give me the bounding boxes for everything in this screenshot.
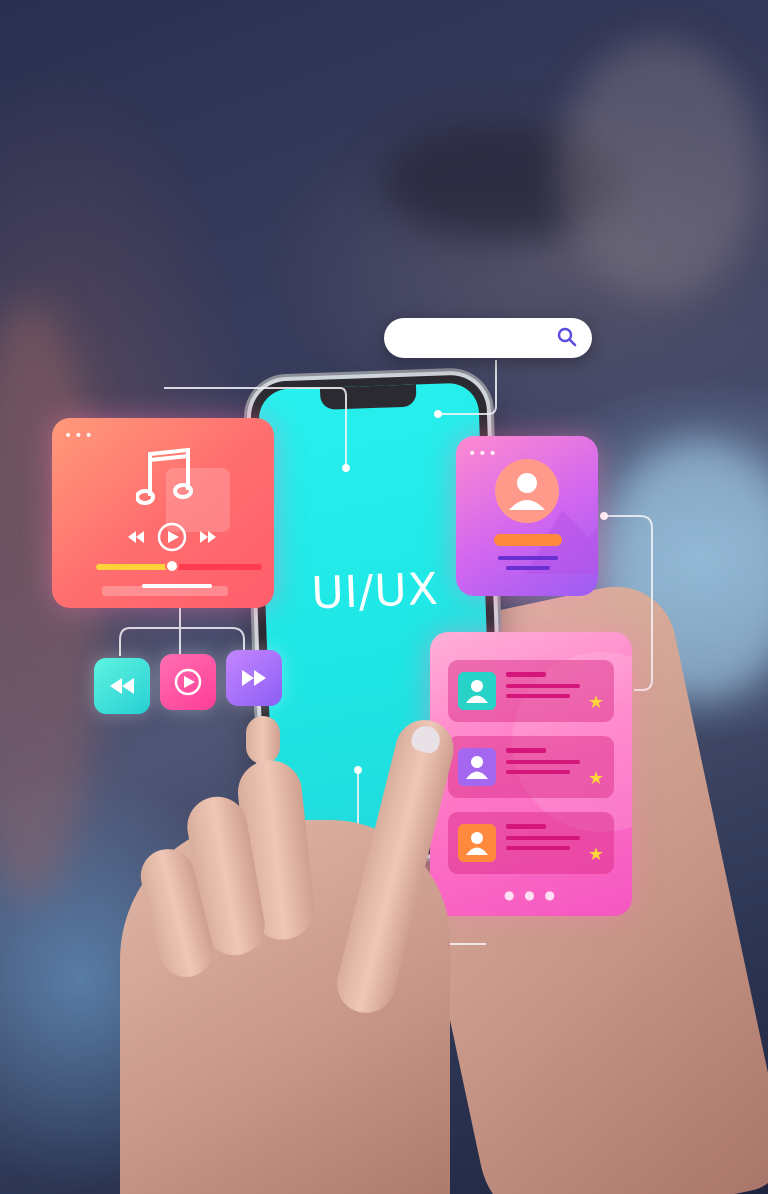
row-text-line — [506, 684, 580, 688]
user-icon — [466, 680, 488, 703]
player-controls — [128, 522, 216, 552]
search-bar[interactable] — [384, 318, 592, 358]
profile-text-line — [506, 566, 550, 570]
progress-track[interactable] — [96, 559, 262, 573]
music-note-icon — [136, 447, 193, 505]
row-text-line — [506, 846, 570, 850]
play-icon — [174, 668, 202, 696]
list-item[interactable]: ★ — [448, 736, 614, 798]
list-item[interactable]: ★ — [448, 812, 614, 874]
row-title-bar — [506, 672, 546, 677]
row-avatar — [458, 824, 496, 862]
rewind-button[interactable] — [94, 658, 150, 714]
row-text-line — [506, 694, 570, 698]
fingernail — [409, 723, 443, 756]
user-avatar-icon — [495, 459, 559, 523]
row-text-line — [506, 836, 580, 840]
music-player-card[interactable]: ••• — [52, 418, 274, 608]
rewind-icon — [110, 678, 134, 694]
profile-name-bar — [494, 534, 562, 546]
row-avatar — [458, 748, 496, 786]
star-icon[interactable]: ★ — [588, 846, 604, 864]
row-title-bar — [506, 748, 546, 753]
list-item[interactable]: ★ — [448, 660, 614, 722]
user-icon — [466, 832, 488, 855]
row-avatar — [458, 672, 496, 710]
fast-forward-button[interactable] — [226, 650, 282, 706]
fast-forward-icon — [242, 670, 266, 686]
row-text-line — [506, 770, 570, 774]
track-title-bar — [142, 584, 212, 588]
star-icon[interactable]: ★ — [588, 694, 604, 712]
search-icon[interactable] — [556, 326, 578, 348]
user-list-card[interactable]: ★ ★ ★ ● ● ● — [430, 632, 632, 916]
profile-card[interactable]: ••• — [456, 436, 598, 596]
progress-fill — [96, 564, 173, 570]
user-icon — [466, 756, 488, 779]
pagination-dots[interactable]: ● ● ● — [430, 888, 632, 902]
row-title-bar — [506, 824, 546, 829]
play-button[interactable] — [160, 654, 216, 710]
row-text-line — [506, 760, 580, 764]
progress-knob[interactable] — [165, 559, 180, 573]
profile-text-line — [498, 556, 558, 560]
star-icon[interactable]: ★ — [588, 770, 604, 788]
background-scene: UI/UX ••• ••• ★ ★ ★ ● ● ● — [0, 0, 768, 1194]
window-dots: ••• — [64, 428, 95, 444]
